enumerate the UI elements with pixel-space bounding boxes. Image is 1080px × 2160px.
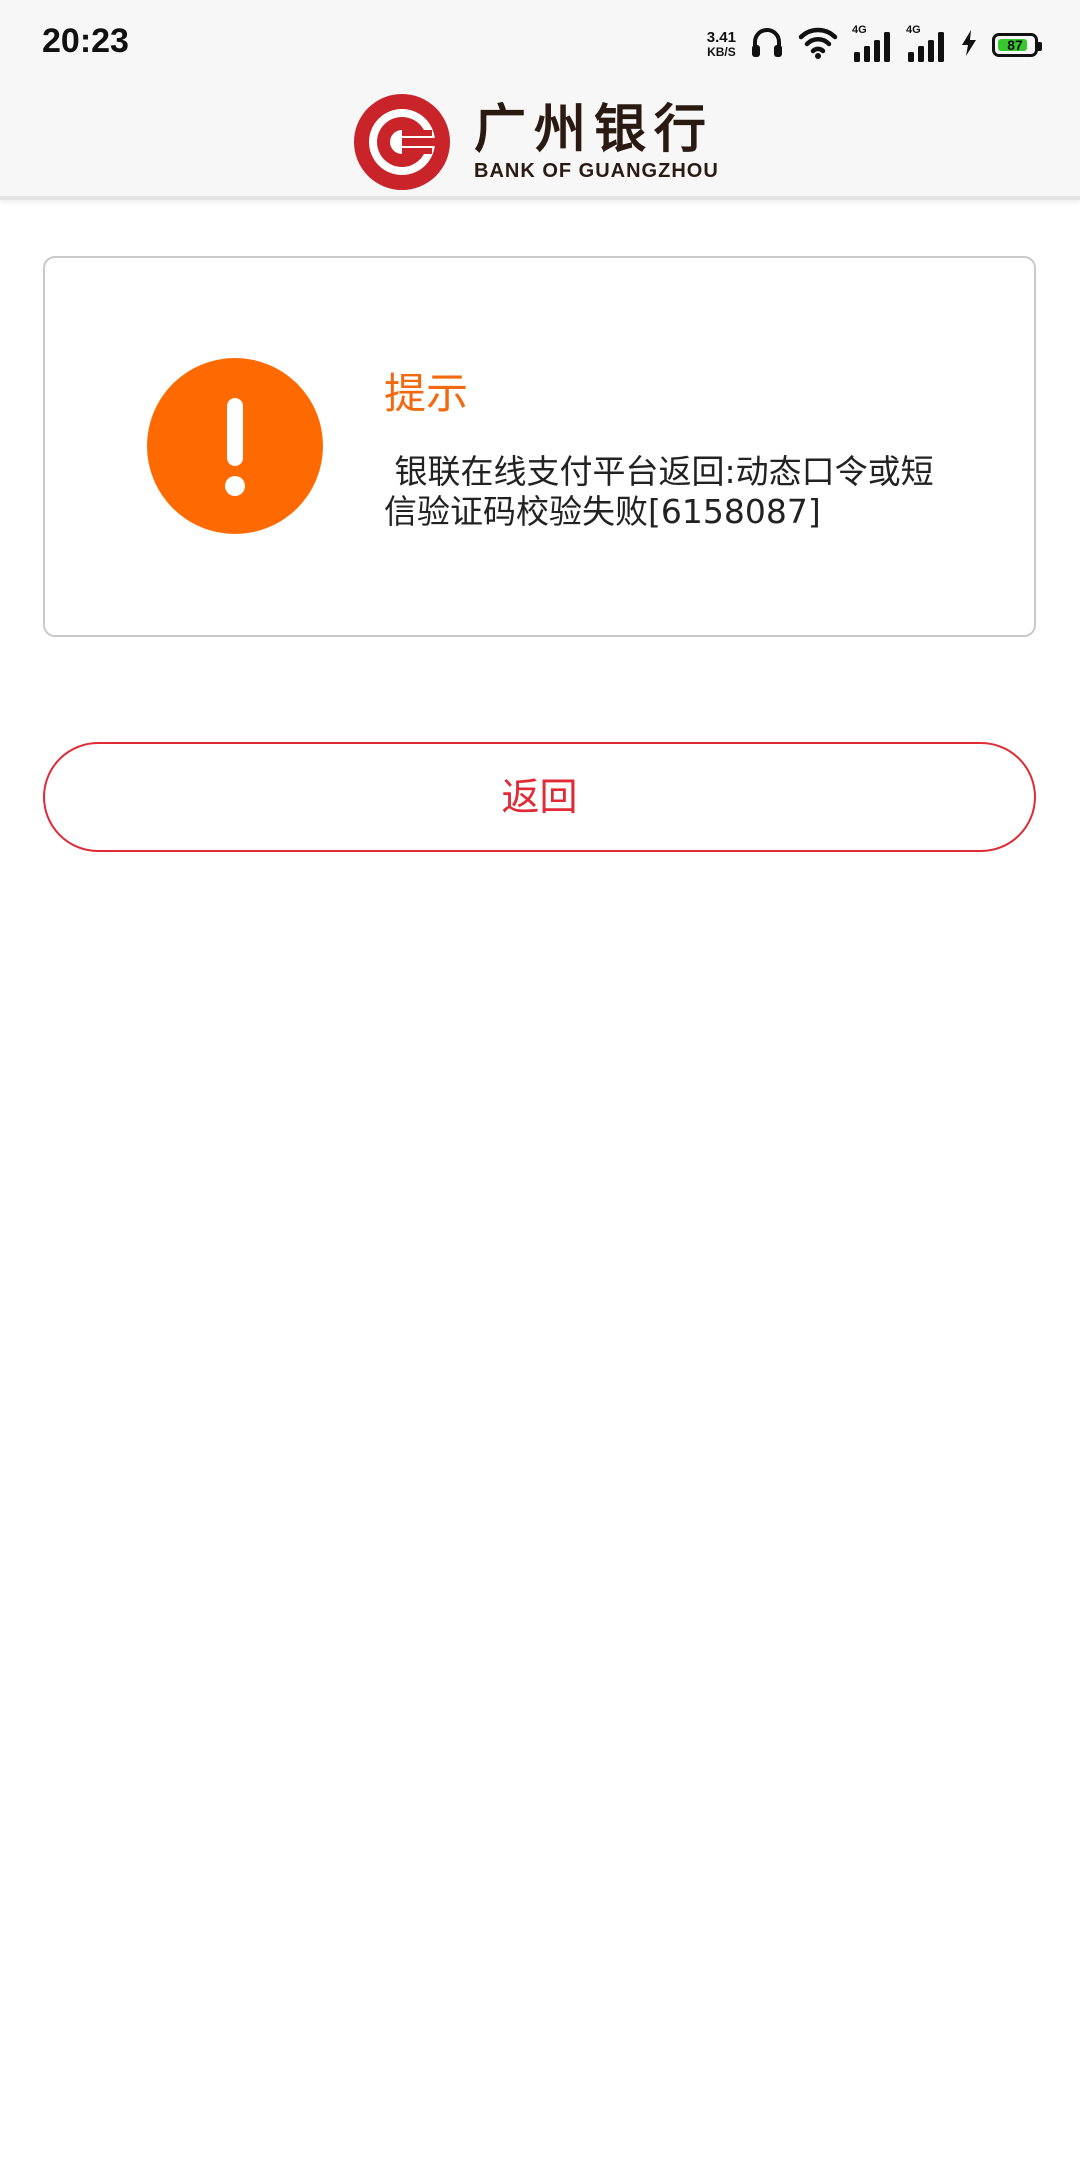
- status-bar: 20:23 3.41 KB/S 4G 4G 87: [0, 0, 1080, 90]
- status-time: 20:23: [42, 22, 129, 60]
- bank-name-cn: 广州银行: [474, 100, 715, 160]
- network-speed-value: 3.41: [706, 29, 736, 46]
- status-icons: 3.41 KB/S 4G 4G 87: [706, 22, 1042, 68]
- network-speed-unit: KB/S: [707, 45, 736, 59]
- network-speed: 3.41 KB/S: [706, 29, 736, 59]
- alert-message: 银联在线支付平台返回:动态口令或短信验证码校验失败[6158087]: [384, 452, 934, 531]
- battery-icon: 87: [992, 33, 1042, 57]
- signal-icon: 4G: [852, 24, 892, 62]
- alert-card: 提示 银联在线支付平台返回:动态口令或短信验证码校验失败[6158087]: [43, 256, 1036, 637]
- bank-logo: 广州银行 BANK OF GUANGZHOU: [352, 92, 719, 192]
- bank-logo-text: 广州银行 BANK OF GUANGZHOU: [474, 101, 719, 183]
- exclamation-icon: [147, 358, 323, 534]
- bank-logo-mark-icon: [354, 94, 450, 190]
- battery-level: 87: [1007, 37, 1023, 53]
- headphones-icon: [750, 25, 784, 65]
- charging-icon: [960, 29, 978, 61]
- signal-icon: 4G: [906, 24, 946, 62]
- alert-title: 提示: [384, 369, 469, 418]
- app-header: 广州银行 BANK OF GUANGZHOU: [0, 90, 1080, 200]
- wifi-icon: [798, 26, 838, 64]
- bank-name-en: BANK OF GUANGZHOU: [474, 160, 719, 182]
- back-button[interactable]: 返回: [43, 742, 1036, 852]
